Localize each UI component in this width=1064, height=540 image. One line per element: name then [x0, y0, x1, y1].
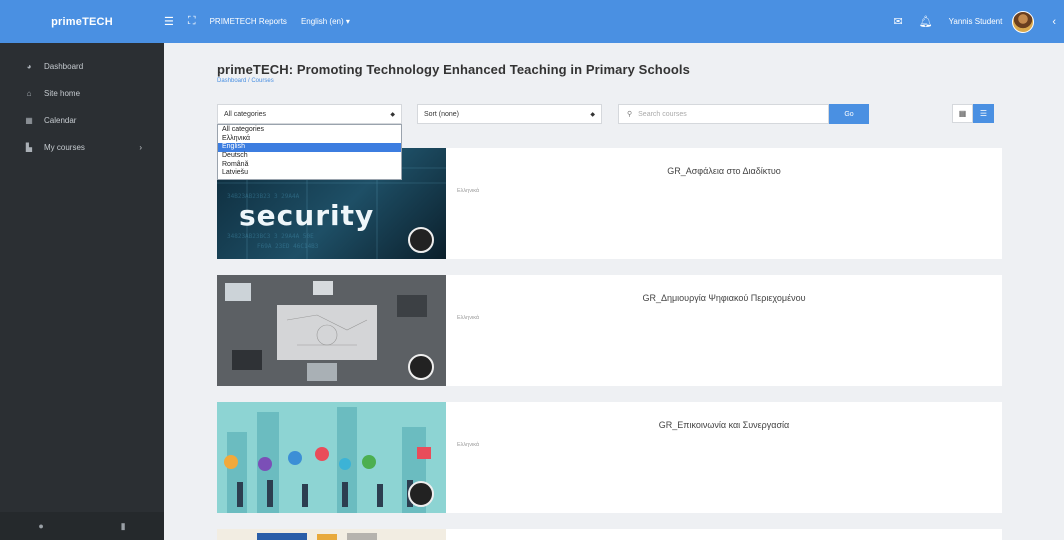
category-option[interactable]: Ελληνικά	[218, 135, 401, 144]
category-select[interactable]: All categories ◆	[217, 104, 402, 124]
category-option-highlighted[interactable]: English	[218, 143, 401, 153]
user-name[interactable]: Yannis Student	[949, 17, 1003, 26]
notifications-bell-icon[interactable]: 🔔︎	[919, 15, 933, 28]
select-caret-icon: ◆	[590, 111, 595, 118]
course-thumbnail[interactable]	[217, 529, 446, 540]
category-option[interactable]: All categories	[218, 126, 401, 135]
course-progress-circle	[408, 354, 434, 380]
course-card[interactable]: GR_Δημιουργία Ψηφιακού Περιεχομένου Ελλη…	[217, 275, 1002, 386]
sort-select-value: Sort (none)	[424, 110, 460, 118]
sort-select[interactable]: Sort (none) ◆	[417, 104, 602, 124]
home-icon: ⌂	[26, 89, 32, 98]
category-select-value: All categories	[224, 110, 267, 118]
top-navbar: primeTECH ☰ ⛶ PRIMETECH Reports English …	[0, 0, 1064, 43]
category-dropdown-list: All categories Ελληνικά English Deutsch …	[217, 124, 402, 181]
course-title[interactable]: GR_Επικοινωνία και Συνεργασία	[446, 420, 1002, 430]
view-toggle: ▦ ☰	[952, 104, 994, 123]
page-title: primeTECH: Promoting Technology Enhanced…	[217, 62, 690, 77]
search-icon: ⚲	[627, 111, 633, 118]
breadcrumb[interactable]: Dashboard / Courses	[217, 78, 274, 84]
sidebar-item-dashboard[interactable]: ◕ Dashboard	[0, 53, 164, 80]
chevron-left-icon[interactable]: ‹	[1052, 16, 1056, 28]
course-category: Ελληνικά	[457, 188, 480, 194]
course-progress-circle	[408, 227, 434, 253]
dashboard-icon: ◕	[26, 62, 32, 71]
sidebar: ◕ Dashboard ⌂ Site home ▦ Calendar ▙ My …	[0, 43, 164, 540]
courses-icon: ▙	[25, 143, 33, 152]
grid-view-icon[interactable]: ▦	[952, 104, 973, 123]
list-view-icon[interactable]: ☰	[973, 104, 994, 123]
category-option[interactable]: Latviešu	[218, 169, 401, 178]
avatar[interactable]	[1012, 10, 1035, 33]
course-category: Ελληνικά	[457, 442, 480, 448]
calendar-icon: ▦	[25, 116, 33, 125]
course-progress-circle	[408, 481, 434, 507]
course-thumbnail[interactable]	[217, 402, 446, 513]
course-category: Ελληνικά	[457, 315, 480, 321]
category-option[interactable]: Deutsch	[218, 152, 401, 161]
svg-text:F69A 23ED 46C14B3: F69A 23ED 46C14B3	[257, 243, 319, 250]
go-button[interactable]: Go	[829, 104, 869, 124]
course-thumbnail[interactable]	[217, 275, 446, 386]
sidebar-item-my-courses[interactable]: ▙ My courses ›	[0, 134, 164, 161]
course-title[interactable]: GR_Ασφάλεια στο Διαδίκτυο	[446, 166, 1002, 176]
menu-toggle-icon[interactable]: ☰	[164, 15, 174, 28]
search-placeholder: Search courses	[638, 110, 687, 118]
messages-icon[interactable]: ✉	[893, 15, 902, 28]
sidebar-footer: ● ▮	[0, 512, 164, 540]
sidebar-item-label: Dashboard	[44, 62, 84, 71]
thumb-security-text: security	[239, 199, 375, 232]
svg-text:34823AB23BC3 3 29A4A 50E: 34823AB23BC3 3 29A4A 50E	[227, 233, 314, 240]
brand-logo[interactable]: primeTECH	[0, 0, 164, 43]
course-thumbnail-image	[257, 533, 377, 540]
course-card-partial[interactable]	[217, 529, 1002, 540]
select-caret-icon: ◆	[390, 111, 395, 118]
sidebar-item-site-home[interactable]: ⌂ Site home	[0, 80, 164, 107]
bookmark-icon[interactable]: ▮	[121, 521, 126, 532]
category-option[interactable]: Română	[218, 161, 401, 170]
reports-link[interactable]: PRIMETECH Reports	[210, 17, 287, 26]
sidebar-item-label: Calendar	[44, 116, 77, 125]
chat-icon[interactable]: ●	[38, 521, 43, 531]
fullscreen-icon[interactable]: ⛶	[188, 15, 196, 28]
sidebar-item-label: My courses	[44, 143, 85, 152]
course-card[interactable]: GR_Επικοινωνία και Συνεργασία Ελληνικά	[217, 402, 1002, 513]
expand-arrow-icon[interactable]: ›	[139, 143, 142, 152]
search-input[interactable]: ⚲ Search courses	[618, 104, 829, 124]
language-menu[interactable]: English (en) ▾	[301, 17, 350, 26]
course-title[interactable]: GR_Δημιουργία Ψηφιακού Περιεχομένου	[446, 293, 1002, 303]
sidebar-item-label: Site home	[44, 89, 81, 98]
sidebar-item-calendar[interactable]: ▦ Calendar	[0, 107, 164, 134]
main-content: primeTECH: Promoting Technology Enhanced…	[164, 43, 1064, 540]
